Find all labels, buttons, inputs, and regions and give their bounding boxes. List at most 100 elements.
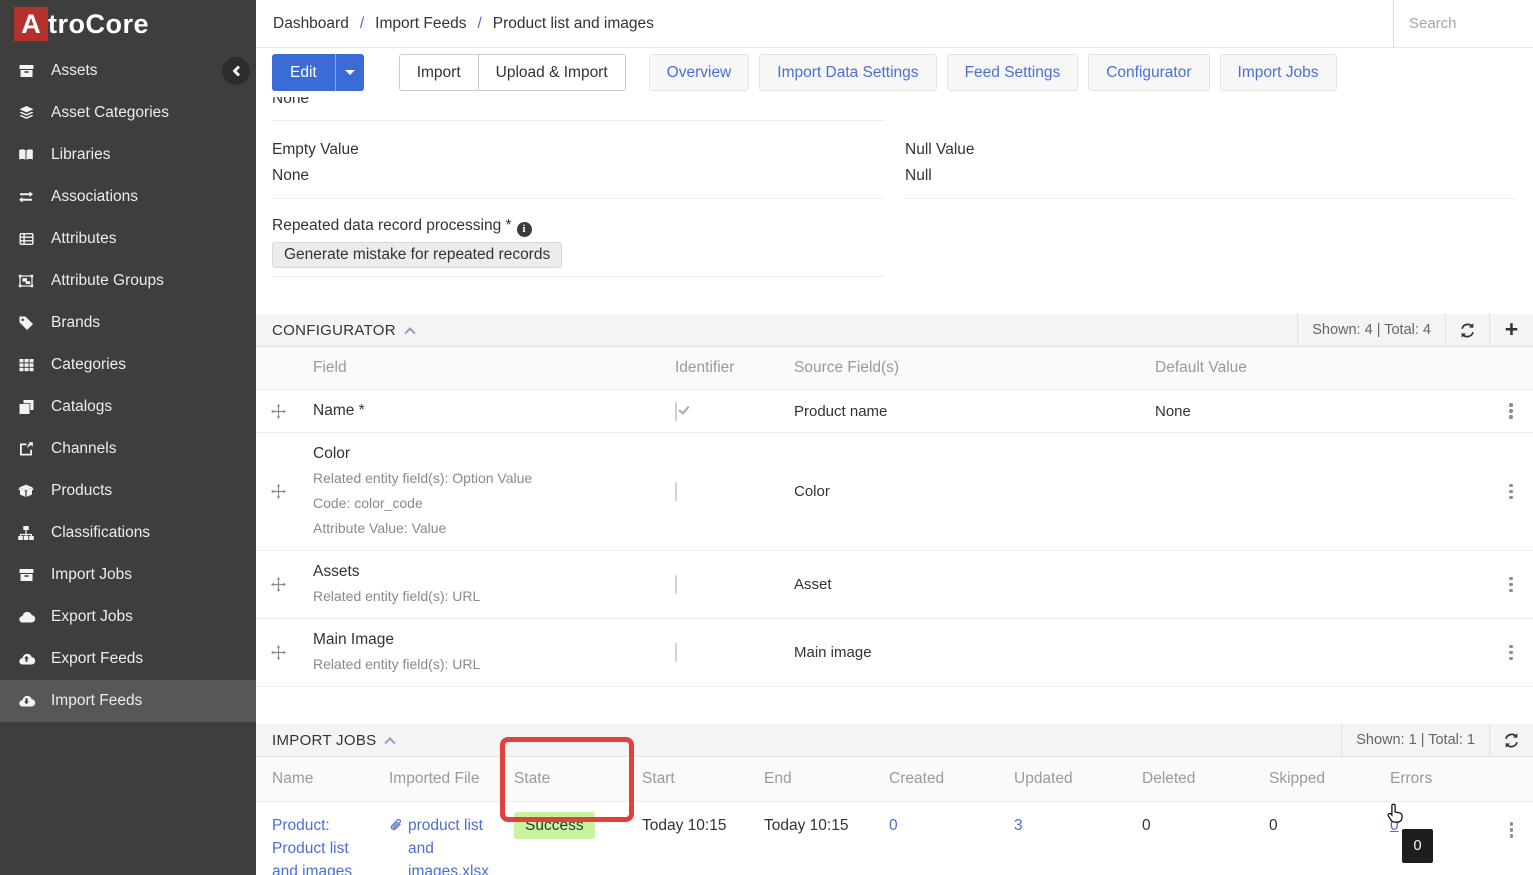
- edit-dropdown-button[interactable]: [335, 54, 364, 91]
- add-row-button[interactable]: +: [1489, 314, 1533, 346]
- column-header-state: State: [500, 770, 628, 788]
- sidebar-item-label: Channels: [51, 440, 117, 458]
- open-box-icon: [16, 483, 36, 499]
- drag-handle-icon[interactable]: [271, 404, 286, 419]
- layers-icon: [16, 105, 36, 121]
- identifier-checkbox: [675, 402, 677, 421]
- drag-handle-icon[interactable]: [271, 484, 286, 499]
- breadcrumb-dashboard[interactable]: Dashboard: [273, 15, 349, 33]
- row-actions-menu[interactable]: [1505, 573, 1517, 597]
- repeated-processing-label: Repeated data record processing *: [272, 217, 512, 234]
- sidebar-item-products[interactable]: Products: [0, 470, 256, 512]
- drag-handle-icon[interactable]: [271, 645, 286, 660]
- table-row: Product: Product list and images product…: [256, 802, 1533, 875]
- configurator-panel-header: CONFIGURATOR Shown: 4 | Total: 4 +: [256, 314, 1533, 347]
- errors-count-link[interactable]: 0: [1390, 817, 1399, 834]
- tab-overview[interactable]: Overview: [649, 54, 750, 91]
- sidebar-item-assets[interactable]: Assets: [0, 50, 256, 92]
- table-row: Color Related entity field(s): Option Va…: [256, 433, 1533, 551]
- sidebar-item-libraries[interactable]: Libraries: [0, 134, 256, 176]
- main-area: Dashboard / Import Feeds / Product list …: [256, 0, 1533, 875]
- search-input[interactable]: [1409, 15, 1524, 32]
- clone-icon: [16, 399, 36, 415]
- cloud-upload-icon: [16, 651, 36, 667]
- column-header-source: Source Field(s): [780, 359, 1140, 377]
- sidebar-item-label: Libraries: [51, 146, 110, 164]
- sidebar-item-export-feeds[interactable]: Export Feeds: [0, 638, 256, 680]
- sidebar-item-catalogs[interactable]: Catalogs: [0, 386, 256, 428]
- sidebar-item-attribute-groups[interactable]: Attribute Groups: [0, 260, 256, 302]
- sidebar-item-label: Import Jobs: [51, 566, 132, 584]
- import-jobs-shown-total: Shown: 1 | Total: 1: [1341, 724, 1489, 756]
- identifier-checkbox: [675, 482, 677, 501]
- null-value-field: Null Value Null: [905, 121, 1517, 199]
- column-header-deleted: Deleted: [1127, 770, 1255, 788]
- edit-split-button: Edit: [272, 54, 364, 91]
- breadcrumb-current-page: Product list and images: [493, 15, 654, 33]
- tab-configurator[interactable]: Configurator: [1088, 54, 1209, 91]
- sidebar-collapse-button[interactable]: [222, 57, 250, 85]
- row-actions-menu[interactable]: [1505, 641, 1517, 665]
- sidebar-item-attributes[interactable]: Attributes: [0, 218, 256, 260]
- configurator-panel-title: CONFIGURATOR: [256, 322, 396, 339]
- import-jobs-panel: IMPORT JOBS Shown: 1 | Total: 1 Name Imp…: [256, 724, 1533, 875]
- breadcrumb-import-feeds[interactable]: Import Feeds: [375, 15, 466, 33]
- repeated-processing-field: Repeated data record processing *i Gener…: [272, 199, 884, 277]
- sidebar-item-categories[interactable]: Categories: [0, 344, 256, 386]
- tab-import-data-settings[interactable]: Import Data Settings: [759, 54, 936, 91]
- import-button[interactable]: Import: [400, 55, 478, 90]
- edit-button[interactable]: Edit: [272, 54, 335, 91]
- sidebar-item-asset-categories[interactable]: Asset Categories: [0, 92, 256, 134]
- column-header-created: Created: [873, 770, 1000, 788]
- empty-value-value: None: [272, 165, 884, 187]
- sidebar-item-import-feeds[interactable]: Import Feeds: [0, 680, 256, 722]
- caret-down-icon: [345, 70, 355, 75]
- null-value-value: Null: [905, 165, 1517, 187]
- grid-icon: [16, 357, 36, 373]
- row-actions-menu[interactable]: [1505, 399, 1517, 423]
- info-icon[interactable]: i: [517, 222, 532, 237]
- sidebar-item-label: Export Feeds: [51, 650, 143, 668]
- logo-text: troCore: [48, 9, 149, 40]
- sidebar-item-label: Brands: [51, 314, 100, 332]
- sidebar-item-brands[interactable]: Brands: [0, 302, 256, 344]
- import-button-group: Import Upload & Import: [399, 54, 626, 91]
- empty-value-field: Empty Value None: [272, 121, 884, 199]
- drag-handle-icon[interactable]: [271, 577, 286, 592]
- sidebar-item-classifications[interactable]: Classifications: [0, 512, 256, 554]
- detail-tabs: Overview Import Data Settings Feed Setti…: [649, 54, 1337, 91]
- sidebar-item-import-jobs[interactable]: Import Jobs: [0, 554, 256, 596]
- source-field: Color: [780, 483, 1140, 500]
- identifier-checkbox: [675, 575, 677, 594]
- tab-import-jobs[interactable]: Import Jobs: [1220, 54, 1337, 91]
- status-badge: Success: [514, 812, 595, 839]
- job-name-link[interactable]: Product: Product list and images: [272, 817, 352, 875]
- updated-count-link[interactable]: 3: [1014, 817, 1023, 834]
- row-actions-menu[interactable]: [1506, 818, 1518, 842]
- share-square-icon: [16, 441, 36, 457]
- sidebar-item-associations[interactable]: Associations: [0, 176, 256, 218]
- import-jobs-table-header: Name Imported File State Start End Creat…: [256, 757, 1533, 802]
- refresh-icon[interactable]: [1445, 314, 1489, 346]
- column-header-default: Default Value: [1140, 359, 1489, 377]
- sidebar-item-label: Categories: [51, 356, 126, 374]
- field-name: Name *: [313, 400, 650, 422]
- refresh-icon[interactable]: [1489, 724, 1533, 756]
- import-jobs-panel-header: IMPORT JOBS Shown: 1 | Total: 1: [256, 724, 1533, 757]
- default-value: None: [1140, 403, 1489, 420]
- chevron-up-icon[interactable]: [385, 737, 396, 748]
- column-header-field: Field: [300, 359, 660, 377]
- imported-file-link[interactable]: product list and images.xlsx: [408, 814, 500, 875]
- upload-and-import-button[interactable]: Upload & Import: [478, 55, 625, 90]
- tab-feed-settings[interactable]: Feed Settings: [947, 54, 1079, 91]
- sitemap-icon: [16, 525, 36, 541]
- chevron-up-icon[interactable]: [404, 327, 415, 338]
- row-actions-menu[interactable]: [1505, 480, 1517, 504]
- field-detail: Attribute Value: Value: [313, 517, 650, 540]
- breadcrumb: Dashboard / Import Feeds / Product list …: [256, 0, 1393, 47]
- field-name: Color: [313, 443, 650, 465]
- sidebar-item-channels[interactable]: Channels: [0, 428, 256, 470]
- archive-box-icon: [16, 63, 36, 79]
- created-count-link[interactable]: 0: [889, 817, 898, 834]
- sidebar-item-export-jobs[interactable]: Export Jobs: [0, 596, 256, 638]
